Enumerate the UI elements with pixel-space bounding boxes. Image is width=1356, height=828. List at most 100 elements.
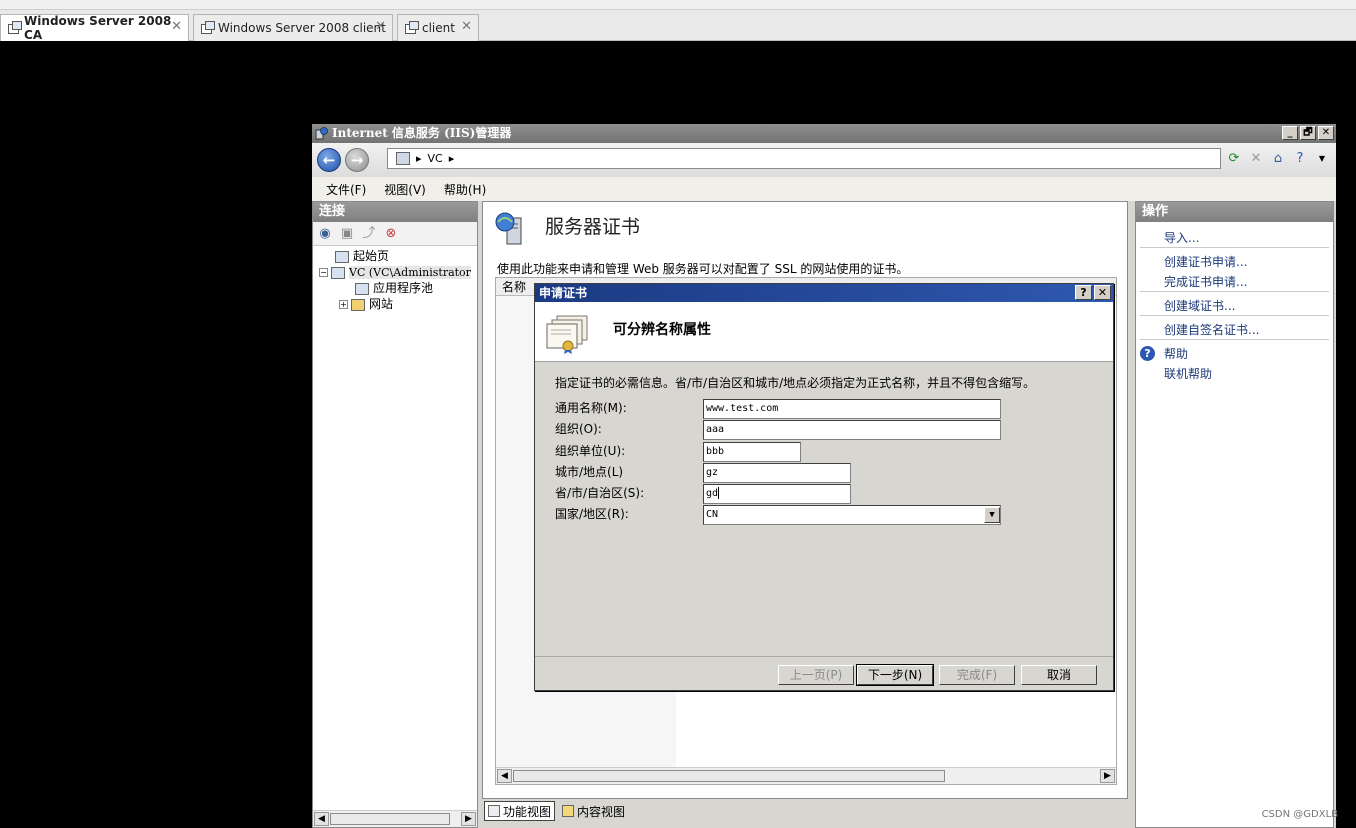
window-titlebar[interactable]: Internet 信息服务 (IIS)管理器 _ 🗗 ✕ [312,124,1336,143]
chevron-down-icon[interactable]: ▼ [984,507,1000,523]
breadcrumb-separator-icon: ▸ [448,152,455,165]
server-certificate-icon [495,212,522,245]
tab-label: 功能视图 [503,804,552,819]
connections-title: 连接 [313,202,477,222]
action-import[interactable]: 导入... [1140,228,1329,248]
tree-node-start-page[interactable]: 起始页 [313,248,477,264]
common-name-field[interactable]: www.test.com [703,399,1001,419]
forward-arrow-icon: → [350,151,364,169]
up-icon[interactable]: ⤴ [361,226,377,242]
action-help[interactable]: ? 帮助 [1136,344,1333,364]
vm-icon [7,21,23,35]
forward-button[interactable]: → [345,148,369,172]
tab-windows-server-2008-ca[interactable]: Windows Server 2008 CA ✕ [0,14,189,42]
close-icon[interactable]: ✕ [375,19,386,34]
organization-field[interactable]: aaa [703,420,1001,440]
scroll-thumb[interactable] [513,770,945,782]
server-icon [396,152,410,165]
vm-icon [200,21,215,35]
collapse-icon[interactable]: − [319,268,328,277]
scroll-right-icon[interactable]: ▶ [1100,769,1115,783]
help-icon: ? [1140,346,1155,361]
close-icon[interactable]: ✕ [461,19,472,34]
browser-top-strip [0,0,1356,10]
help-icon[interactable]: ? [1292,151,1308,167]
actions-title: 操作 [1136,202,1333,222]
back-button[interactable]: ← [317,148,341,172]
tab-content-view[interactable]: 内容视图 [559,801,628,821]
iis-app-icon [315,127,328,140]
address-toolbar: ← → ▸ VC ▸ ⟳ ✕ ⌂ ? ▼ [312,143,1336,177]
tab-label: Windows Server 2008 client [218,21,386,35]
restore-button[interactable]: 🗗 [1300,126,1316,140]
disconnect-icon[interactable]: ⊗ [383,226,399,242]
watermark: CSDN @GDXLB [1261,809,1338,820]
horizontal-scrollbar[interactable]: ◀ ▶ [313,810,477,827]
column-header-name[interactable]: 名称 [502,278,526,296]
label-country: 国家/地区(R): [555,507,629,521]
home-icon[interactable]: ⌂ [1270,151,1286,167]
dialog-heading: 可分辨名称属性 [613,322,711,338]
country-select[interactable]: CN ▼ [703,505,1001,525]
page-description: 使用此功能来申请和管理 Web 服务器可以对配置了 SSL 的网站使用的证书。 [497,262,909,276]
address-bar[interactable]: ▸ VC ▸ [387,148,1221,169]
tab-label: client [422,21,455,35]
stop-icon[interactable]: ✕ [1248,151,1264,167]
minimize-button[interactable]: _ [1282,126,1298,140]
label-state: 省/市/自治区(S): [555,486,645,500]
previous-button[interactable]: 上一页(P) [778,665,854,685]
country-value: CN [706,509,719,520]
scroll-left-icon[interactable]: ◀ [314,812,329,826]
label-common-name: 通用名称(M): [555,401,627,415]
dialog-body: 指定证书的必需信息。省/市/自治区和城市/地点必须指定为正式名称，并且不得包含缩… [535,362,1113,652]
scroll-left-icon[interactable]: ◀ [497,769,512,783]
vm-tab-bar: Windows Server 2008 CA ✕ Windows Server … [0,10,1356,42]
action-complete-cert-request[interactable]: 完成证书申请... [1140,272,1329,292]
expand-icon[interactable]: + [339,300,348,309]
state-field[interactable]: gd [703,484,851,504]
folder-icon [351,298,365,311]
menu-bar: 文件(F) 视图(V) 帮助(H) [312,177,1336,201]
refresh-icon[interactable]: ⟳ [1226,151,1242,167]
dialog-header: 可分辨名称属性 [535,302,1113,362]
tab-windows-server-2008-client[interactable]: Windows Server 2008 client ✕ [193,14,393,41]
tree-node-app-pools[interactable]: 应用程序池 [313,280,477,296]
action-create-cert-request[interactable]: 创建证书申请... [1136,252,1333,272]
label-organizational-unit: 组织单位(U): [555,444,626,458]
dialog-footer: 上一页(P) 下一步(N) 完成(F) 取消 [535,656,1113,690]
menu-help[interactable]: 帮助(H) [444,181,486,198]
save-icon[interactable]: ▣ [339,226,355,242]
dialog-help-button[interactable]: ? [1075,285,1092,300]
action-online-help[interactable]: 联机帮助 [1136,364,1333,384]
breadcrumb-separator-icon: ▸ [416,152,422,165]
view-tabs: 功能视图 内容视图 [484,801,628,823]
scroll-thumb[interactable] [330,813,450,825]
tab-features-view[interactable]: 功能视图 [484,801,556,821]
menu-file[interactable]: 文件(F) [326,181,366,198]
tree-node-server[interactable]: − VC (VC\Administrator [313,264,477,280]
connections-toolbar: ◉ ▣ ⤴ ⊗ [313,222,477,246]
close-icon[interactable]: ✕ [171,19,182,34]
action-create-self-signed-cert[interactable]: 创建自签名证书... [1140,320,1329,340]
dialog-titlebar[interactable]: 申请证书 ? ✕ [535,284,1113,302]
breadcrumb-vc[interactable]: VC [428,152,443,165]
organizational-unit-field[interactable]: bbb [703,442,801,462]
tree-node-sites[interactable]: + 网站 [313,296,477,312]
app-pool-icon [355,282,369,295]
menu-view[interactable]: 视图(V) [384,181,426,198]
cancel-button[interactable]: 取消 [1021,665,1097,685]
start-page-icon [335,250,349,263]
text-caret [718,487,720,499]
scroll-right-icon[interactable]: ▶ [461,812,476,826]
action-create-domain-cert[interactable]: 创建域证书... [1140,296,1329,316]
next-button[interactable]: 下一步(N) [856,664,934,686]
finish-button[interactable]: 完成(F) [939,665,1015,685]
close-button[interactable]: ✕ [1318,126,1334,140]
action-help-label: 帮助 [1164,347,1189,361]
city-field[interactable]: gz [703,463,851,483]
tab-client[interactable]: client ✕ [397,14,479,41]
connect-icon[interactable]: ◉ [317,226,333,242]
list-horizontal-scrollbar[interactable]: ◀ ▶ [496,767,1116,784]
dialog-close-button[interactable]: ✕ [1094,285,1111,300]
chevron-down-icon[interactable]: ▼ [1314,151,1330,167]
